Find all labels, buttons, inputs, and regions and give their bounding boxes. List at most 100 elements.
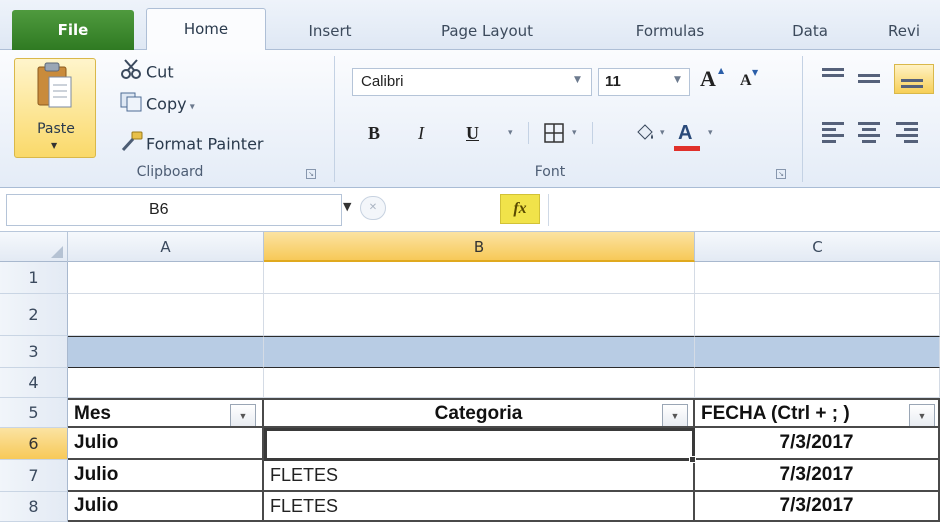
row-header[interactable]: 8 <box>0 492 68 522</box>
tab-home[interactable]: Home <box>146 8 266 51</box>
chevron-down-icon[interactable]: ▾ <box>572 128 577 138</box>
cell-a2[interactable] <box>68 294 264 336</box>
chevron-down-icon[interactable]: ▼ <box>674 75 681 85</box>
tab-data[interactable]: Data <box>780 12 840 50</box>
format-painter-label: Format Painter <box>146 134 264 154</box>
font-name-combobox[interactable]: Calibri <box>352 68 592 96</box>
cell-a6[interactable]: Julio <box>68 428 264 460</box>
alignment-group <box>818 56 940 160</box>
chevron-down-icon[interactable]: ▼ <box>574 75 581 85</box>
align-top-button[interactable] <box>820 64 850 94</box>
align-bottom-button[interactable] <box>894 64 934 94</box>
format-painter-button[interactable]: Format Painter <box>120 130 263 156</box>
row-header[interactable]: 6 <box>0 428 68 460</box>
group-divider <box>334 56 335 182</box>
insert-function-button[interactable]: fx <box>500 194 540 224</box>
align-right-button[interactable] <box>894 118 924 148</box>
cell-a7[interactable]: Julio <box>68 460 264 492</box>
tab-formulas[interactable]: Formulas <box>610 12 730 50</box>
chevron-down-icon[interactable]: ▾ <box>187 102 195 113</box>
filter-dropdown-icon[interactable]: ▼ <box>230 404 256 426</box>
align-middle-button[interactable] <box>856 64 886 94</box>
formula-input[interactable] <box>548 194 940 226</box>
row-header[interactable]: 4 <box>0 368 68 398</box>
copy-button[interactable]: Copy ▾ <box>120 90 195 116</box>
copy-label: Copy <box>146 94 187 114</box>
chevron-down-icon[interactable]: ▾ <box>660 128 665 138</box>
chevron-down-icon[interactable]: ▼ <box>343 200 351 213</box>
table-row: 2 <box>0 294 940 336</box>
table-header-fecha[interactable]: FECHA (Ctrl + ; ) ▼ <box>695 398 940 428</box>
font-color-label: A <box>678 122 693 144</box>
column-header-c[interactable]: C <box>695 232 940 262</box>
chevron-down-icon[interactable]: ▼ <box>51 141 57 150</box>
borders-button[interactable] <box>544 118 564 148</box>
cut-label: Cut <box>146 62 174 82</box>
cell-c2[interactable] <box>695 294 940 336</box>
select-all-button[interactable] <box>0 232 68 262</box>
clipboard-dialog-launcher-icon[interactable]: ↘ <box>306 169 316 179</box>
caret-down-icon: ▼ <box>752 68 759 77</box>
cell-a1[interactable] <box>68 262 264 294</box>
table-header-mes[interactable]: Mes ▼ <box>68 398 264 428</box>
align-left-button[interactable] <box>820 118 850 148</box>
tab-page-layout[interactable]: Page Layout <box>412 12 562 50</box>
cell-b4[interactable] <box>264 368 695 398</box>
cell-a3[interactable] <box>68 336 264 368</box>
column-header-a[interactable]: A <box>68 232 264 262</box>
cell-b3[interactable] <box>264 336 695 368</box>
scissors-icon <box>120 58 146 88</box>
paste-label: Paste <box>37 121 75 137</box>
fill-handle[interactable] <box>689 456 696 463</box>
table-row: 4 <box>0 368 940 398</box>
tab-review[interactable]: Revi <box>888 12 940 50</box>
tab-file[interactable]: File <box>12 10 134 50</box>
row-header[interactable]: 5 <box>0 398 68 428</box>
decrease-font-size-button[interactable]: A <box>740 72 752 90</box>
column-header-b[interactable]: B <box>264 232 695 262</box>
font-dialog-launcher-icon[interactable]: ↘ <box>776 169 786 179</box>
cell-c3[interactable] <box>695 336 940 368</box>
cell-c6[interactable]: 7/3/2017 <box>695 428 940 460</box>
table-header-categoria[interactable]: Categoria ▼ <box>264 398 695 428</box>
increase-font-size-button[interactable]: A <box>700 66 716 92</box>
cancel-icon[interactable]: ✕ <box>360 196 386 220</box>
row-header[interactable]: 1 <box>0 262 68 294</box>
filter-dropdown-icon[interactable]: ▼ <box>662 404 688 426</box>
cell-a4[interactable] <box>68 368 264 398</box>
cell-b2[interactable] <box>264 294 695 336</box>
cell-c1[interactable] <box>695 262 940 294</box>
chevron-down-icon[interactable]: ▾ <box>708 128 713 138</box>
cell-b7[interactable]: FLETES <box>264 460 695 492</box>
italic-button[interactable]: I <box>418 118 424 148</box>
copy-icon <box>120 90 146 120</box>
cell-c8[interactable]: 7/3/2017 <box>695 492 940 522</box>
separator <box>528 122 529 144</box>
row-header[interactable]: 3 <box>0 336 68 368</box>
cell-b1[interactable] <box>264 262 695 294</box>
cell-c4[interactable] <box>695 368 940 398</box>
cell-a8[interactable]: Julio <box>68 492 264 522</box>
ribbon: Paste ▼ Cut Copy ▾ Format Painter Clipbo… <box>0 50 940 188</box>
font-color-button[interactable]: A <box>678 118 692 148</box>
cell-b8[interactable]: FLETES <box>264 492 695 522</box>
row-header[interactable]: 7 <box>0 460 68 492</box>
bold-button[interactable]: B <box>368 118 380 148</box>
borders-icon <box>544 123 564 143</box>
align-center-button[interactable] <box>856 118 886 148</box>
table-row: 1 <box>0 262 940 294</box>
fill-color-button[interactable] <box>634 118 656 148</box>
tab-insert[interactable]: Insert <box>290 12 370 50</box>
paintbrush-icon <box>120 130 146 160</box>
underline-button[interactable]: U <box>466 118 479 148</box>
paste-button[interactable]: Paste ▼ <box>14 58 96 158</box>
row-header[interactable]: 2 <box>0 294 68 336</box>
filter-dropdown-icon[interactable]: ▼ <box>909 404 935 426</box>
worksheet-grid: A B C 1 2 3 4 5 Mes ▼ Categoria ▼ FECHA … <box>0 232 940 522</box>
table-row: 7 Julio FLETES 7/3/2017 <box>0 460 940 492</box>
cut-button[interactable]: Cut <box>120 58 174 84</box>
cell-c7[interactable]: 7/3/2017 <box>695 460 940 492</box>
name-box[interactable]: B6 <box>6 194 342 226</box>
chevron-down-icon[interactable]: ▾ <box>508 128 513 138</box>
header-label: Categoria <box>434 403 523 424</box>
